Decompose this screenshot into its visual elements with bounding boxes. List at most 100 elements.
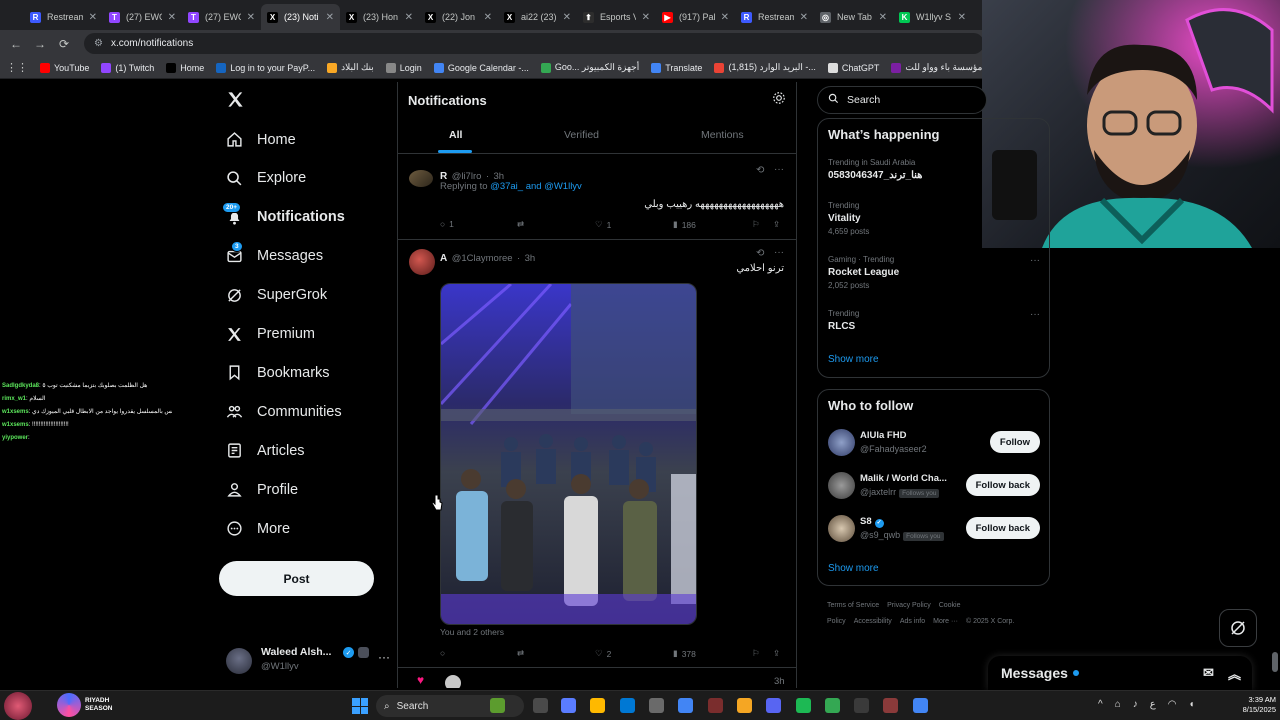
taskbar-app-icon[interactable] xyxy=(490,698,505,713)
widget-icon[interactable] xyxy=(4,692,32,720)
repost-button[interactable]: ⇄ xyxy=(517,648,524,659)
browser-tab[interactable]: R Restream ✕ xyxy=(735,4,814,30)
taskbar-app-icon[interactable] xyxy=(737,698,752,713)
trend-item[interactable]: Trending RLCS ··· xyxy=(828,309,1040,332)
tab-close-icon[interactable]: ✕ xyxy=(247,12,255,23)
taskbar-app-icon[interactable] xyxy=(796,698,811,713)
taskbar-app-icon[interactable] xyxy=(678,698,693,713)
browser-tab[interactable]: X (23) Hon ✕ xyxy=(340,4,419,30)
views-button[interactable]: ▮ 186 xyxy=(673,219,696,230)
trend-item[interactable]: Trending in Saudi Arabia 0583046347_هنا_ت… xyxy=(828,158,1040,181)
show-more-link[interactable]: Show more xyxy=(828,354,879,365)
bookmark-item[interactable]: Goo... أجهزة الكمبيوتر xyxy=(540,62,639,73)
tab-close-icon[interactable]: ✕ xyxy=(405,12,413,23)
bookmark-item[interactable]: Login xyxy=(385,62,422,73)
trend-item[interactable]: Trending Vitality 4,659 posts xyxy=(828,201,1040,236)
tab-close-icon[interactable]: ✕ xyxy=(800,12,808,23)
replying-to-link[interactable]: @37ai_ and @W1llyv xyxy=(490,181,582,192)
tab-verified[interactable]: Verified xyxy=(564,129,599,141)
browser-tab[interactable]: ◎ New Tab ✕ xyxy=(814,4,893,30)
url-field[interactable]: ⚙ x.com/notifications xyxy=(84,33,984,54)
footer-link[interactable]: Terms of Service xyxy=(827,602,879,609)
forward-icon[interactable]: → xyxy=(28,37,52,51)
apps-grid-icon[interactable]: ⋮⋮ xyxy=(6,61,28,74)
taskbar-app-icon[interactable] xyxy=(590,698,605,713)
taskbar-app-icon[interactable] xyxy=(883,698,898,713)
grok-floating-button[interactable] xyxy=(1219,609,1257,647)
nav-item-profile[interactable]: Profile xyxy=(226,481,298,498)
nav-item-supergrok[interactable]: SuperGrok xyxy=(226,287,327,304)
tab-close-icon[interactable]: ✕ xyxy=(326,12,334,23)
chevron-up-icon[interactable]: ︽ xyxy=(1228,664,1241,683)
nav-item-explore[interactable]: Explore xyxy=(226,170,306,187)
nav-item-communities[interactable]: Communities xyxy=(226,403,342,420)
tab-close-icon[interactable]: ✕ xyxy=(642,12,650,23)
follow-button[interactable]: Follow back xyxy=(965,517,1040,539)
more-dots-icon[interactable]: ··· xyxy=(774,247,784,258)
browser-tab[interactable]: ▶ (917) Pal ✕ xyxy=(656,4,735,30)
more-dots-icon[interactable]: ··· xyxy=(1030,255,1040,266)
nav-item-bookmarks[interactable]: Bookmarks xyxy=(226,364,330,381)
taskbar-app-icon[interactable] xyxy=(854,698,869,713)
nav-item-articles[interactable]: Articles xyxy=(226,442,305,459)
next-notification[interactable]: ♥ 3h xyxy=(398,669,796,688)
bookmark-item[interactable]: مؤسسة باء وواو للت... xyxy=(891,62,990,73)
clock[interactable]: 3:39 AM 8/15/2025 xyxy=(1228,695,1276,715)
browser-tab[interactable]: X (23) Noti ✕ xyxy=(261,4,340,30)
bookmark-item[interactable]: Google Calendar -... xyxy=(433,62,529,73)
chevron-up-icon[interactable]: ^ xyxy=(1098,699,1103,710)
search-box[interactable]: Search xyxy=(817,86,987,114)
settings-gear-icon[interactable] xyxy=(772,91,786,110)
tab-close-icon[interactable]: ✕ xyxy=(89,12,97,23)
post-button[interactable]: Post xyxy=(219,561,374,596)
back-icon[interactable]: ← xyxy=(4,37,28,51)
repost-button[interactable]: ⇄ xyxy=(517,219,524,230)
bookmark-item[interactable]: Log in to your PayP... xyxy=(216,62,315,73)
share-icon[interactable]: ⇪ xyxy=(773,648,780,659)
tab-close-icon[interactable]: ✕ xyxy=(484,12,492,23)
browser-tab[interactable]: T (27) EWC ✕ xyxy=(182,4,261,30)
bookmark-icon[interactable]: ⚐ xyxy=(752,219,760,230)
nav-item-home[interactable]: Home xyxy=(226,131,296,148)
author-handle[interactable]: @1Claymoree xyxy=(452,253,513,264)
grok-icon[interactable]: ⟲ xyxy=(756,165,764,176)
taskbar-app-icon[interactable] xyxy=(649,698,664,713)
bookmark-item[interactable]: البريد الوارد (1,815) -... xyxy=(714,62,816,73)
follow-suggestion[interactable]: S8 ✓ @s9_qwb Follows you Follow back xyxy=(828,513,1040,547)
nav-item-messages[interactable]: 3 Messages xyxy=(226,240,323,265)
bookmark-item[interactable]: Translate xyxy=(651,62,702,73)
browser-tab[interactable]: X (22) Jon ✕ xyxy=(419,4,498,30)
views-button[interactable]: ▮ 378 xyxy=(673,648,696,659)
follow-suggestion[interactable]: Malik / World Cha... @jaxtelrr Follows you… xyxy=(828,470,1040,504)
taskbar-app-icon[interactable] xyxy=(620,698,635,713)
page-scrollbar[interactable] xyxy=(1272,652,1278,672)
bookmark-item[interactable]: Home xyxy=(166,62,204,73)
reply-button[interactable]: ○ 1 xyxy=(440,219,454,229)
liked-by-text[interactable]: You and 2 others xyxy=(440,627,504,637)
bookmark-item[interactable]: (1) Twitch xyxy=(101,62,154,73)
nav-item-notifications[interactable]: 20+ Notifications xyxy=(222,201,345,226)
follow-button[interactable]: Follow xyxy=(989,431,1040,453)
bookmark-item[interactable]: بنك البلاد xyxy=(327,62,374,73)
footer-link[interactable]: More ··· xyxy=(933,618,958,625)
author-name[interactable]: A xyxy=(440,253,447,264)
like-button[interactable]: ♡ 2 xyxy=(595,648,611,659)
tweet-media-image[interactable] xyxy=(440,283,697,625)
follow-suggestion[interactable]: AlUla FHD @Fahadyaseer2 Follow xyxy=(828,427,1040,461)
bookmark-item[interactable]: ChatGPT xyxy=(827,62,879,73)
messages-drawer[interactable]: Messages ✉ ︽ xyxy=(988,656,1252,690)
share-icon[interactable]: ⇪ xyxy=(773,219,780,230)
show-more-link[interactable]: Show more xyxy=(828,563,879,574)
browser-tab[interactable]: Xai22 (23) ✕ xyxy=(498,4,577,30)
tab-all[interactable]: All xyxy=(449,129,462,141)
nav-item-premium[interactable]: Premium xyxy=(226,326,315,343)
account-switcher[interactable]: Waleed Alsh... ✓ @W1llyv ··· xyxy=(226,644,390,678)
tab-close-icon[interactable]: ✕ xyxy=(168,12,176,23)
tab-mentions[interactable]: Mentions xyxy=(701,129,744,141)
more-dots-icon[interactable]: ··· xyxy=(774,164,784,175)
riyadh-season-logo[interactable]: RIYADH SEASON xyxy=(57,693,112,717)
more-dots-icon[interactable]: ··· xyxy=(378,650,390,664)
notification-tweet[interactable]: R @li7lro · 3h ⟲ ··· Replying to @37ai_ … xyxy=(398,156,796,240)
tab-close-icon[interactable]: ✕ xyxy=(879,12,887,23)
x-logo-icon[interactable] xyxy=(226,90,245,114)
